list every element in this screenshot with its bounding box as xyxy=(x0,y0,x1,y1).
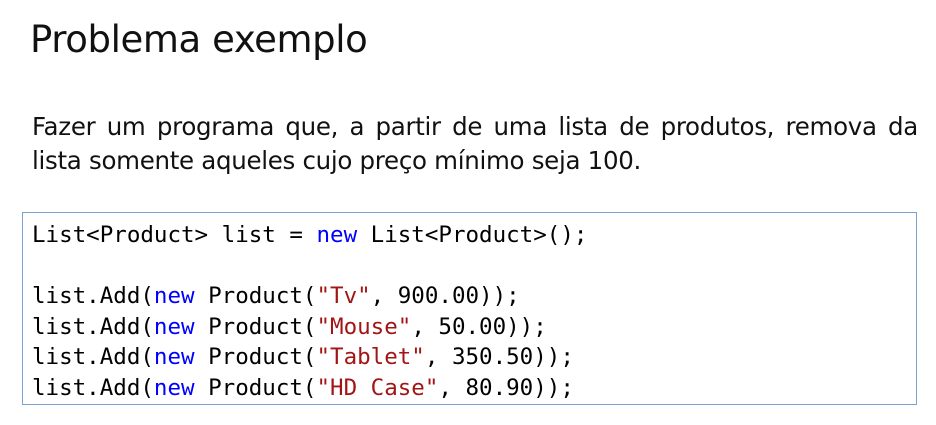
code-text: list.Add( xyxy=(32,283,154,310)
code-string: "Tablet" xyxy=(316,344,425,371)
code-text: , 80.90)); xyxy=(438,374,574,401)
code-text: List<Product> list = xyxy=(32,222,317,248)
code-text: list.Add( xyxy=(32,374,154,401)
code-line-declaration: List<Product> list = new List<Product>()… xyxy=(32,220,587,251)
slide-title: Problema exemplo xyxy=(30,18,368,61)
code-keyword: new xyxy=(153,313,195,340)
code-text: Product( xyxy=(194,344,317,371)
code-text: Product( xyxy=(194,313,317,340)
code-keyword: new xyxy=(153,283,195,310)
slide-description: Fazer um programa que, a partir de uma l… xyxy=(32,112,918,175)
code-keyword: new xyxy=(153,344,195,371)
code-content: List<Product> list = new List<Product>()… xyxy=(32,220,587,404)
code-line-add: list.Add(new Product("Mouse", 50.00)); xyxy=(32,312,587,343)
code-line-add: list.Add(new Product("Tv", 900.00)); xyxy=(32,281,587,312)
code-text: list.Add( xyxy=(32,313,154,340)
code-text: , 50.00)); xyxy=(411,313,547,340)
code-block: List<Product> list = new List<Product>()… xyxy=(22,212,917,405)
code-text: List<Product>(); xyxy=(357,222,588,248)
code-text: , 900.00)); xyxy=(370,283,520,310)
code-line-add: list.Add(new Product("Tablet", 350.50)); xyxy=(32,342,587,373)
code-string: "Mouse" xyxy=(316,313,412,340)
code-text: Product( xyxy=(194,374,317,401)
code-text: list.Add( xyxy=(32,344,154,371)
code-line-add: list.Add(new Product("HD Case", 80.90)); xyxy=(32,373,587,404)
code-keyword: new xyxy=(316,222,358,248)
code-keyword: new xyxy=(153,374,195,401)
code-string: "HD Case" xyxy=(316,374,439,401)
code-text: , 350.50)); xyxy=(424,344,574,371)
code-string: "Tv" xyxy=(316,283,371,310)
code-text: Product( xyxy=(194,283,317,310)
